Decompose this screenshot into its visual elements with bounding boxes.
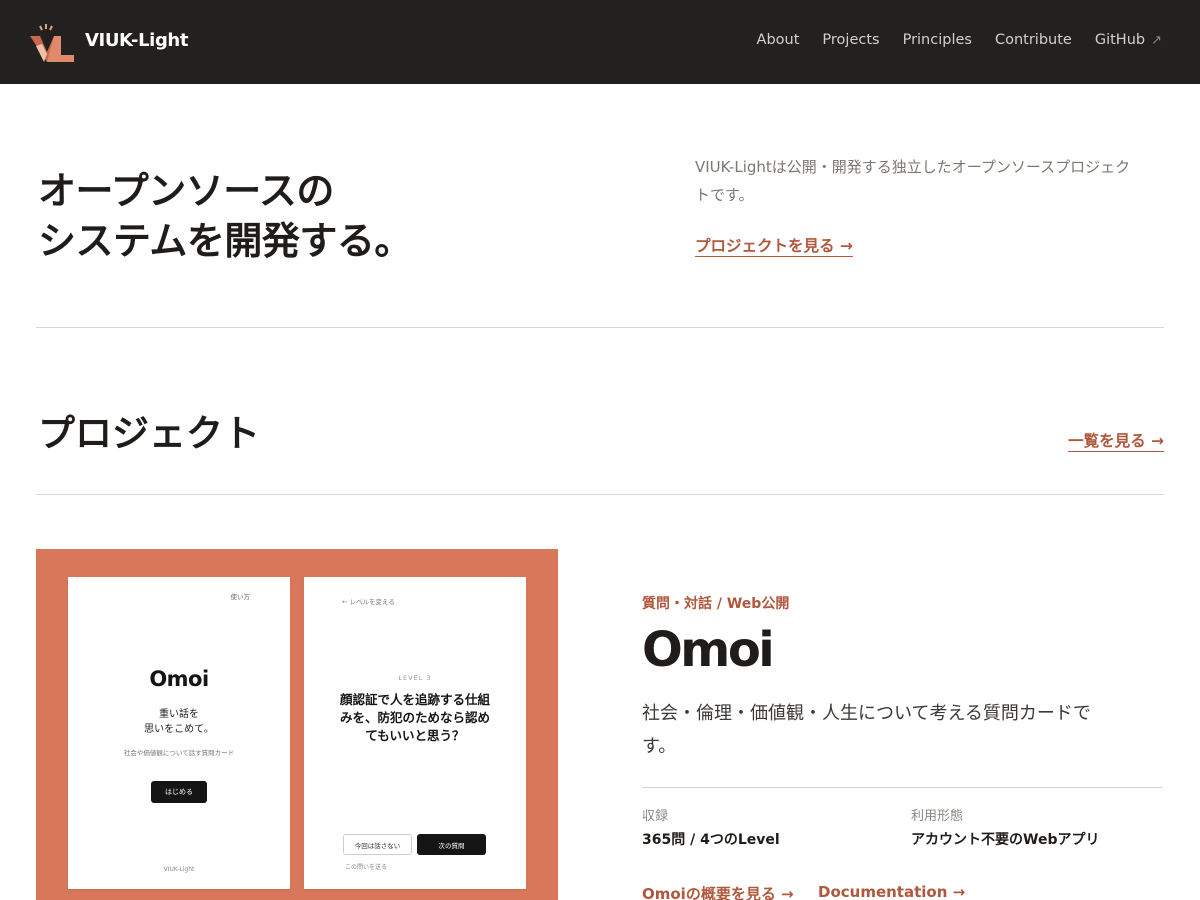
preview-card-home: 使い方 Omoi 重い話を 思いをこめて。 社会や価値観について話す質問カード … — [68, 577, 290, 889]
meta-label-contents: 収録 — [642, 809, 669, 824]
preview-app-title: Omoi — [149, 667, 209, 691]
meta-label-usage: 利用形態 — [911, 809, 964, 824]
project-docs-link[interactable]: Documentation → — [818, 883, 965, 900]
projects-divider — [36, 494, 1164, 495]
preview-card-question: ← レベルを変える LEVEL 3 顔認証で人を追跡する仕組みを、防犯のためなら… — [304, 577, 526, 889]
preview-subtitle: 社会や価値観について話す質問カード — [123, 749, 235, 757]
nav-about[interactable]: About — [757, 32, 800, 48]
view-all-link[interactable]: 一覧を見る → — [1068, 429, 1164, 451]
preview-skip-button: 今回は話さない — [343, 834, 412, 855]
nav-github-link[interactable]: GitHub ↗ — [1095, 32, 1162, 48]
project-meta-divider — [642, 787, 1162, 788]
preview-question: 顔認証で人を追跡する仕組みを、防犯のためなら認めてもいいと思う？ — [339, 692, 490, 743]
project-name: Omoi — [642, 622, 775, 678]
view-projects-link[interactable]: プロジェクトを見る → — [695, 234, 853, 256]
meta-value-usage: アカウント不要のWebアプリ — [911, 832, 1100, 848]
main-nav: About Projects Principles Contribute Git… — [757, 32, 1162, 48]
nav-principles[interactable]: Principles — [903, 32, 972, 48]
nav-contribute[interactable]: Contribute — [995, 32, 1072, 48]
preview-help-label: 使い方 — [230, 593, 251, 601]
meta-value-contents: 365問 / 4つのLevel — [642, 832, 780, 848]
hero-title: オープンソースの システムを開発する。 — [38, 166, 558, 266]
viuk-light-logo-icon[interactable] — [30, 22, 74, 64]
section-divider — [36, 327, 1164, 328]
hero-description: VIUK-Lightは公開・開発する独立したオープンソースプロジェクトです。 — [695, 158, 1131, 204]
preview-tagline-line-1: 重い話を — [159, 709, 199, 720]
hero-title-line-2: システムを開発する。 — [38, 218, 412, 263]
external-link-icon: ↗ — [1151, 33, 1162, 48]
project-overview-link[interactable]: Omoiの概要を見る → — [642, 883, 794, 900]
projects-title: プロジェクト — [38, 411, 260, 455]
project-category: 質問・対話 / Web公開 — [642, 596, 790, 612]
site-header: VIUK-Light About Projects Principles Con… — [0, 0, 1200, 84]
preview-tagline-line-2: 思いをこめて。 — [144, 724, 214, 735]
preview-tagline: 重い話を 思いをこめて。 — [68, 707, 290, 737]
project-preview-image[interactable]: 使い方 Omoi 重い話を 思いをこめて。 社会や価値観について話す質問カード … — [36, 549, 558, 900]
project-description: 社会・倫理・価値観・人生について考える質問カードです。 — [642, 703, 1091, 757]
hero-title-line-1: オープンソースの — [38, 168, 334, 213]
preview-brand: VIUK-Light — [163, 866, 195, 873]
nav-github[interactable]: GitHub — [1095, 32, 1145, 48]
preview-start-button: はじめる — [151, 781, 207, 803]
preview-level-label: LEVEL 3 — [398, 674, 432, 682]
preview-back-label: ← レベルを変える — [342, 598, 395, 606]
brand-name[interactable]: VIUK-Light — [85, 30, 188, 51]
preview-next-button: 次の質問 — [417, 834, 486, 855]
preview-note: この問いを送る — [345, 864, 388, 871]
nav-projects[interactable]: Projects — [822, 32, 879, 48]
